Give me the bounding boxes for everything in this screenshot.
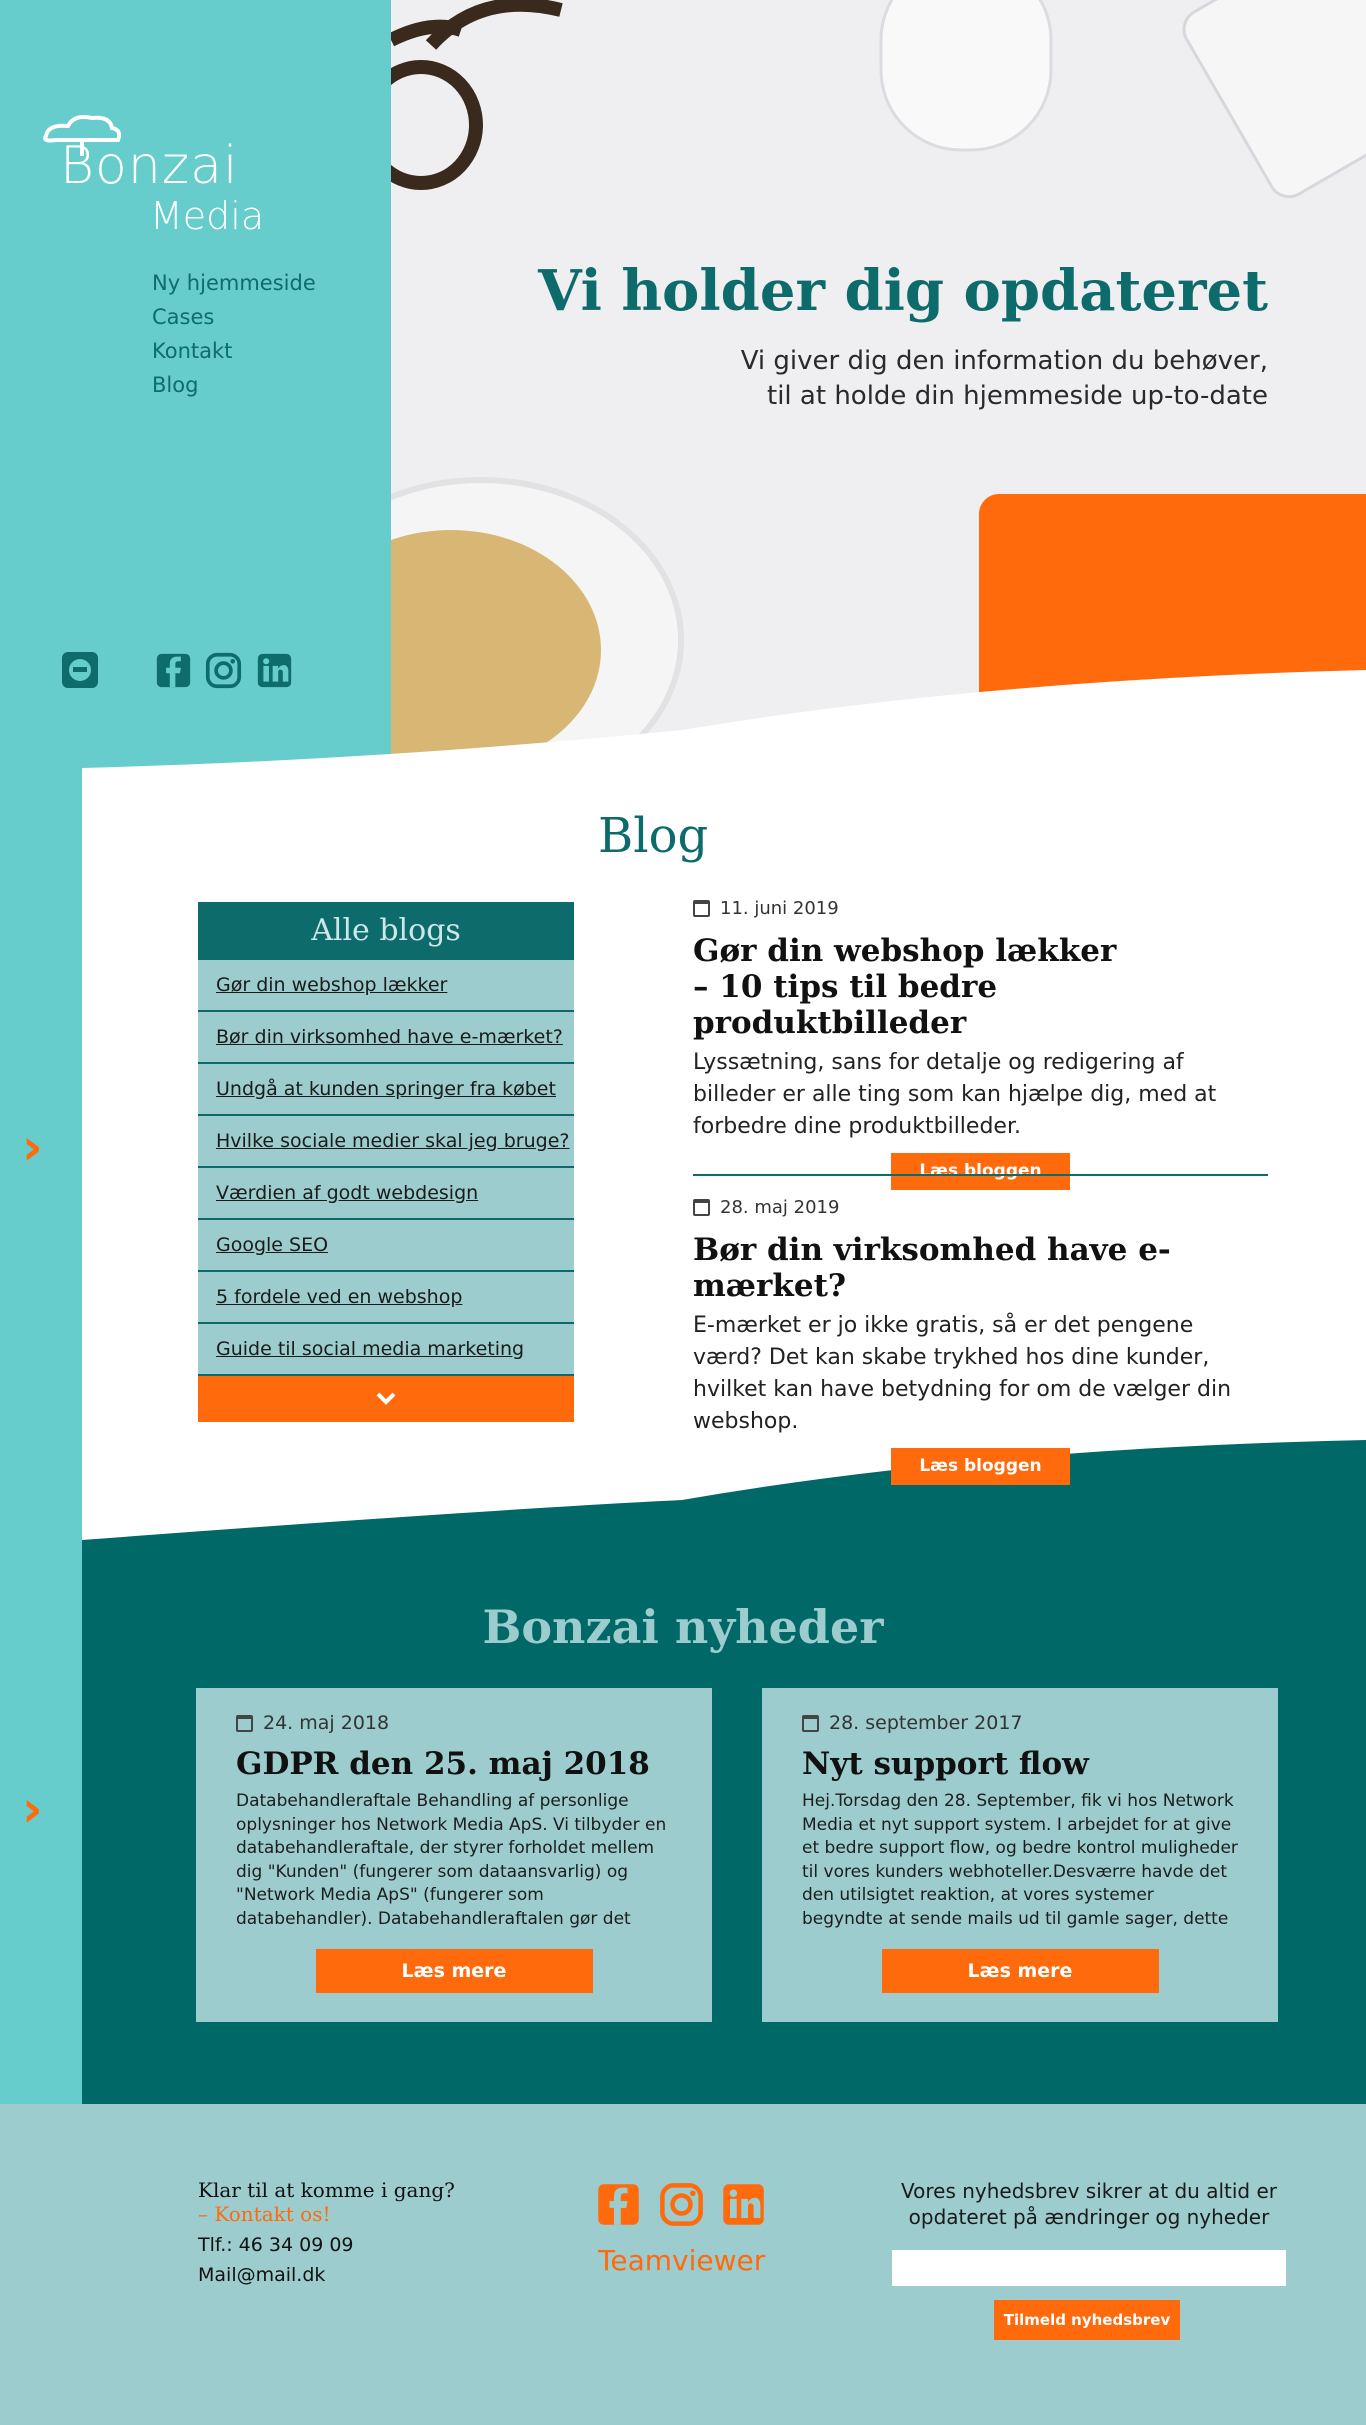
post-excerpt: Lyssætning, sans for detalje og redigeri… <box>693 1050 1217 1139</box>
read-blog-button[interactable]: Læs bloggen <box>891 1448 1070 1485</box>
calendar-icon <box>236 1714 253 1732</box>
post-title[interactable]: Gør din webshop lækker – 10 tips til bed… <box>693 933 1268 1041</box>
contact-link[interactable]: – Kontakt os! <box>198 2202 455 2226</box>
hero-subtitle-line-1: Vi giver dig den information du behøver, <box>740 346 1268 376</box>
mouse-image <box>879 0 1053 152</box>
footer-contact: Klar til at komme i gang? – Kontakt os! … <box>198 2178 455 2290</box>
brand-subname: Media <box>150 194 265 238</box>
nav-item-ny-hjemmeside[interactable]: Ny hjemmeside <box>152 266 316 300</box>
hero-title: Vi holder dig opdateret <box>538 258 1268 324</box>
news-card: 28. september 2017 Nyt support flow Hej.… <box>762 1688 1278 2022</box>
teamviewer-link[interactable]: Teamviewer <box>598 2244 765 2277</box>
news-title[interactable]: Nyt support flow <box>802 1746 1238 1782</box>
facebook-icon[interactable] <box>596 2182 641 2227</box>
all-blogs-panel: Alle blogs Gør din webshop lækker Bør di… <box>198 902 574 1422</box>
newsletter-email-input[interactable] <box>892 2250 1286 2286</box>
blog-list-item[interactable]: Værdien af godt webdesign <box>198 1168 574 1220</box>
post-date: 28. maj 2019 <box>693 1197 1268 1218</box>
post-divider <box>693 1174 1268 1176</box>
news-date-text: 28. september 2017 <box>829 1712 1023 1734</box>
read-blog-button[interactable]: Læs bloggen <box>891 1153 1070 1190</box>
read-more-button[interactable]: Læs mere <box>881 1949 1159 1993</box>
news-card: 24. maj 2018 GDPR den 25. maj 2018 Datab… <box>196 1688 712 2022</box>
post-date-text: 11. juni 2019 <box>720 898 839 919</box>
footer-email[interactable]: Mail@mail.dk <box>198 2260 455 2290</box>
nav-item-cases[interactable]: Cases <box>152 300 316 334</box>
nav-item-blog[interactable]: Blog <box>152 368 316 402</box>
news-excerpt: Hej.Torsdag den 28. September, fik vi ho… <box>802 1791 1238 1929</box>
main-nav: Ny hjemmeside Cases Kontakt Blog <box>152 266 316 402</box>
news-date: 28. september 2017 <box>802 1712 1238 1734</box>
linkedin-icon[interactable] <box>721 2182 766 2227</box>
blog-post: 11. juni 2019 Gør din webshop lækker – 1… <box>693 898 1268 1190</box>
logo[interactable]: Bonzai Media <box>38 98 288 238</box>
chevron-right-icon[interactable]: › <box>22 1118 43 1176</box>
hero-subtitle-line-2: til at holde din hjemmeside up-to-date <box>767 381 1268 411</box>
footer-phone: Tlf.: 46 34 09 09 <box>198 2234 354 2256</box>
calendar-icon <box>802 1714 819 1732</box>
blog-list-item[interactable]: Guide til social media marketing <box>198 1324 574 1376</box>
instagram-icon[interactable] <box>659 2182 704 2227</box>
blog-list-item[interactable]: Bør din virksomhed have e-mærket? <box>198 1012 574 1064</box>
hero-subtitle: Vi giver dig den information du behøver,… <box>741 344 1268 414</box>
chevron-right-icon[interactable]: › <box>22 1780 43 1838</box>
blog-list-item[interactable]: 5 fordele ved en webshop <box>198 1272 574 1324</box>
post-title[interactable]: Bør din virksomhed have e-mærket? <box>693 1232 1268 1304</box>
calendar-icon <box>693 1199 710 1216</box>
news-date: 24. maj 2018 <box>236 1712 672 1734</box>
news-title[interactable]: GDPR den 25. maj 2018 <box>236 1746 672 1782</box>
blog-list-item[interactable]: Undgå at kunden springer fra købet <box>198 1064 574 1116</box>
footer-cta: Klar til at komme i gang? <box>198 2178 455 2202</box>
news-date-text: 24. maj 2018 <box>263 1712 390 1734</box>
news-excerpt: Databehandleraftale Behandling af person… <box>236 1791 667 1929</box>
read-more-button[interactable]: Læs mere <box>315 1949 593 1993</box>
hero-banner: Vi holder dig opdateret Vi giver dig den… <box>391 0 1366 760</box>
blog-list-item[interactable]: Gør din webshop lækker <box>198 960 574 1012</box>
news-heading: Bonzai nyheder <box>482 1600 884 1654</box>
post-excerpt: E-mærket er jo ikke gratis, så er det pe… <box>693 1313 1232 1434</box>
post-date: 11. juni 2019 <box>693 898 1268 919</box>
blog-heading: Blog <box>598 808 709 864</box>
newsletter-subscribe-button[interactable]: Tilmeld nyhedsbrev <box>994 2300 1180 2340</box>
footer: Klar til at komme i gang? – Kontakt os! … <box>0 2104 1366 2425</box>
newsletter-text: Vores nyhedsbrev sikrer at du altid er o… <box>900 2179 1277 2229</box>
brand-name: Bonzai <box>60 136 239 196</box>
blog-list-item[interactable]: Google SEO <box>198 1220 574 1272</box>
blog-list-item[interactable]: Hvilke sociale medier skal jeg bruge? <box>198 1116 574 1168</box>
chevron-down-icon <box>376 1392 396 1405</box>
post-date-text: 28. maj 2019 <box>720 1197 840 1218</box>
all-blogs-heading: Alle blogs <box>198 902 574 960</box>
blog-post: 28. maj 2019 Bør din virksomhed have e-m… <box>693 1197 1268 1485</box>
nav-item-kontakt[interactable]: Kontakt <box>152 334 316 368</box>
show-more-blogs-button[interactable] <box>198 1376 574 1422</box>
calendar-icon <box>693 900 710 917</box>
